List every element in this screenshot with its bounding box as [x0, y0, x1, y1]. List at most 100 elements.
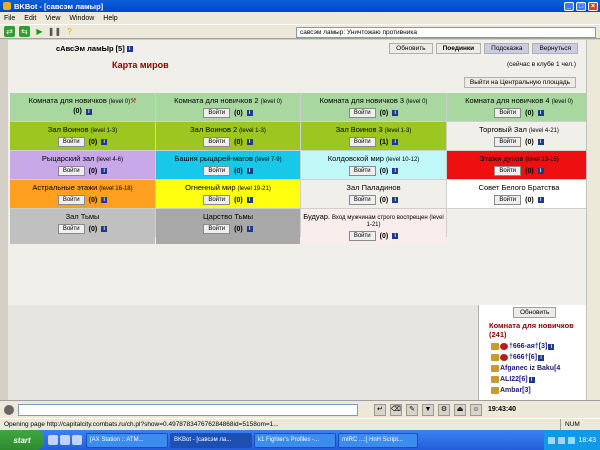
menu-window[interactable]: Window [69, 15, 94, 22]
info-icon[interactable]: i [101, 197, 108, 203]
tray-icon[interactable] [568, 436, 576, 444]
connect-icon[interactable]: ⇄ [4, 26, 15, 37]
enter-room-button[interactable]: Войти [348, 108, 376, 118]
chat-input-bar: ↵ ⌫ ✎ ▼ ⚙ ⏏ ☺ 19:43:40 [0, 400, 600, 418]
enter-room-button[interactable]: Войти [494, 195, 522, 205]
room-actions: Войти (1) i [301, 137, 446, 147]
task-button[interactable]: k1 Fighter's Profiles -... [254, 432, 336, 448]
info-icon[interactable]: i [101, 226, 108, 232]
info-icon[interactable]: i [246, 226, 253, 232]
menu-help[interactable]: Help [103, 15, 117, 22]
task-button[interactable]: [AX Station :: ATM... [86, 432, 168, 448]
enter-room-button[interactable]: Войти [494, 108, 522, 118]
info-icon[interactable]: i [126, 45, 133, 52]
menu-edit[interactable]: Edit [24, 15, 36, 22]
enter-room-button[interactable]: Войти [348, 195, 376, 205]
info-icon[interactable]: i [246, 139, 253, 145]
enter-room-button[interactable]: Войти [57, 166, 85, 176]
tray-icon[interactable] [558, 436, 566, 444]
disconnect-icon[interactable]: ⇆ [19, 26, 30, 37]
fights-button[interactable]: Поединки [435, 43, 482, 54]
info-icon[interactable]: i [246, 197, 253, 203]
enter-room-button[interactable]: Войти [203, 108, 231, 118]
enter-room-button[interactable]: Войти [203, 224, 231, 234]
exit-icon[interactable]: ⏏ [454, 403, 466, 416]
info-icon[interactable]: i [537, 139, 544, 145]
tray-icon[interactable] [548, 436, 556, 444]
send-icon[interactable]: ↵ [374, 403, 386, 416]
info-icon[interactable]: i [548, 343, 555, 350]
info-icon[interactable]: i [101, 139, 108, 145]
enter-room-button[interactable]: Войти [348, 137, 376, 147]
menu-view[interactable]: View [45, 15, 60, 22]
info-icon[interactable]: i [537, 197, 544, 203]
player-name[interactable]: сАвсЭм ламЫр [56, 44, 114, 53]
refresh-button[interactable]: Обновить [389, 43, 433, 54]
enter-room-button[interactable]: Войти [494, 166, 522, 176]
close-button[interactable]: × [588, 1, 598, 11]
list-item[interactable]: ALI22[6] i [491, 374, 586, 385]
task-button[interactable]: mIRC ...:[ HnH Script... [338, 432, 418, 448]
enter-room-button[interactable]: Войти [203, 166, 231, 176]
room-title: Комната для новичков 4 [465, 96, 550, 105]
enter-room-button[interactable]: Войти [57, 195, 85, 205]
enter-room-button[interactable]: Войти [348, 231, 376, 241]
quicklaunch-icon[interactable] [60, 435, 70, 445]
exit-to-square-button[interactable]: Выйти на Центральную площадь [463, 77, 576, 88]
pen-icon[interactable]: ✎ [406, 403, 418, 416]
info-icon[interactable]: i [392, 233, 399, 239]
info-icon[interactable]: i [392, 110, 399, 116]
room-title: Рыцарский зал [41, 154, 95, 163]
enter-room-button[interactable]: Войти [494, 137, 522, 147]
list-item[interactable]: Afganec iz Baku[4 [491, 363, 586, 374]
player-info: сАвсЭм ламЫр [5] i [56, 44, 133, 53]
info-icon[interactable]: i [246, 110, 253, 116]
info-icon[interactable]: i [528, 376, 535, 383]
start-button[interactable]: start [0, 430, 44, 450]
clan-icon [491, 387, 499, 394]
list-item[interactable]: Ambar[3] [491, 385, 586, 396]
hint-button[interactable]: Подсказка [484, 43, 530, 54]
info-icon[interactable]: i [538, 354, 545, 361]
task-button-active[interactable]: BKBot - [савсэм ла... [170, 432, 252, 448]
play-icon[interactable]: ▶ [34, 26, 45, 37]
room-count: (0) [234, 225, 243, 233]
maximize-button[interactable]: □ [576, 1, 586, 11]
smile-icon[interactable]: ☺ [470, 403, 482, 416]
list-item[interactable]: †666-ая†[3] i [491, 341, 586, 352]
quicklaunch-icon[interactable] [72, 435, 82, 445]
enter-room-button[interactable]: Войти [203, 195, 231, 205]
quicklaunch-icon[interactable] [48, 435, 58, 445]
info-icon[interactable]: i [101, 168, 108, 174]
info-icon[interactable]: i [392, 139, 399, 145]
pause-icon[interactable]: ❚❚ [48, 26, 61, 37]
scrollbar[interactable] [586, 40, 600, 400]
chat-icon[interactable] [4, 404, 14, 415]
chat-input[interactable] [18, 403, 358, 416]
info-icon[interactable]: i [85, 108, 92, 115]
settings-icon[interactable]: ⚙ [438, 403, 450, 416]
room-cell: Рыцарский зал (level 4-6) Войти (0) i [10, 151, 155, 179]
room-count: (0) [379, 232, 389, 240]
chat-refresh-button[interactable]: Обновить [513, 307, 557, 318]
info-icon[interactable]: i [392, 197, 399, 203]
clock: 18:43 [578, 436, 596, 444]
minimize-button[interactable]: _ [564, 1, 574, 11]
enter-room-button[interactable]: Войти [57, 224, 85, 234]
return-button[interactable]: Вернуться [532, 43, 578, 54]
menu-file[interactable]: File [4, 15, 15, 22]
room-name: Зал Тьмы [10, 212, 155, 221]
room-cell: Комната для новичков 4 (level 0) Войти (0)… [447, 93, 591, 121]
enter-room-button[interactable]: Войти [348, 166, 376, 176]
clear-icon[interactable]: ⌫ [390, 403, 402, 416]
info-icon[interactable]: i [246, 168, 253, 174]
info-icon[interactable]: i [392, 168, 399, 174]
browser-content: сАвсЭм ламЫр [5] i Обновить Поединки Под… [8, 40, 591, 305]
hint-icon[interactable]: ? [64, 26, 75, 37]
list-item[interactable]: †666†[6] i [491, 352, 586, 363]
filter-icon[interactable]: ▼ [422, 403, 434, 416]
info-icon[interactable]: i [537, 110, 544, 116]
enter-room-button[interactable]: Войти [57, 137, 85, 147]
enter-room-button[interactable]: Войти [203, 137, 231, 147]
info-icon[interactable]: i [537, 168, 544, 174]
